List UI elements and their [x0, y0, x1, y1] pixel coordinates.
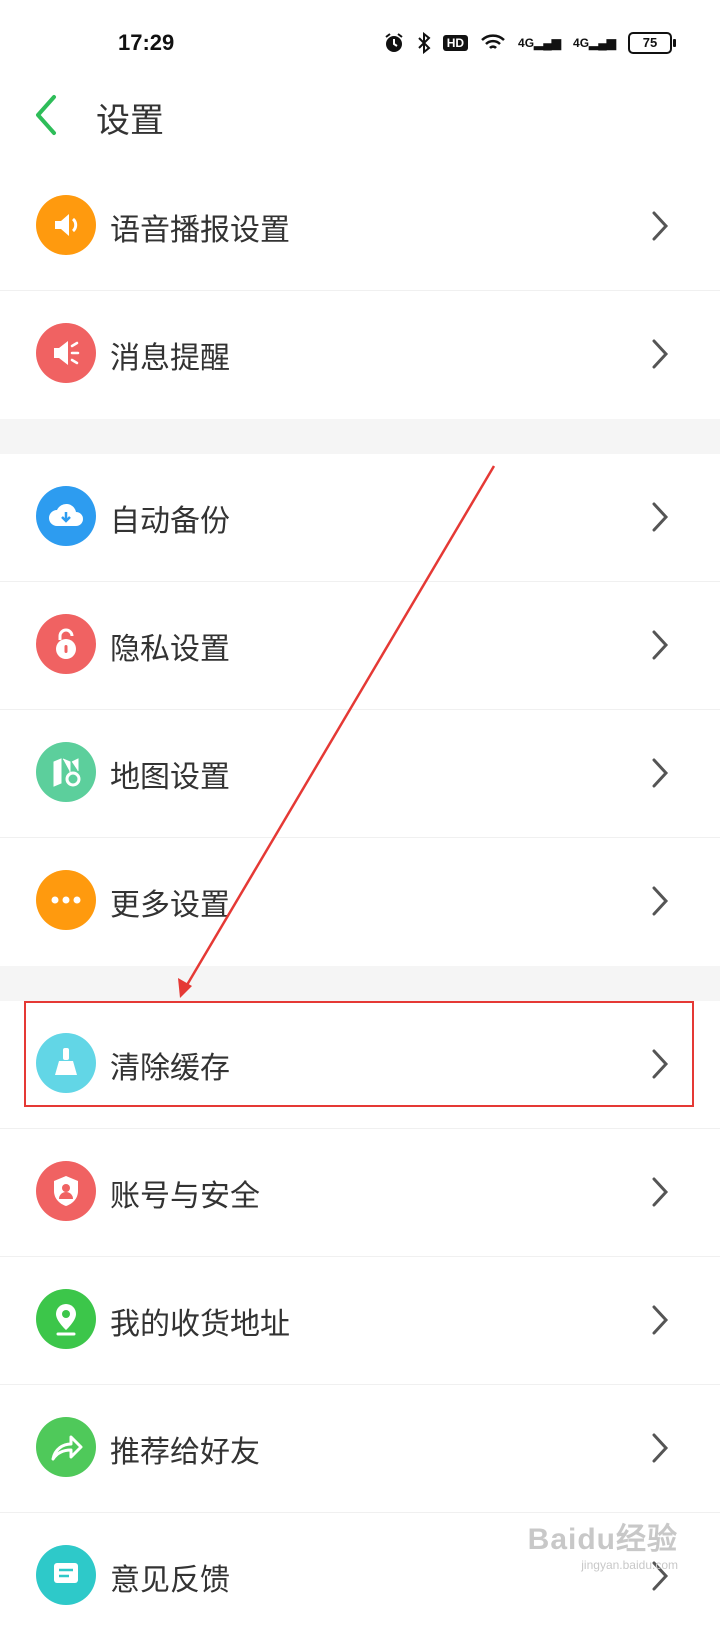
settings-item-shipping-address[interactable]: 我的收货地址 — [0, 1257, 720, 1385]
feedback-icon — [36, 1545, 96, 1605]
more-dots-icon — [36, 870, 96, 930]
settings-item-label: 账号与安全 — [110, 1179, 260, 1214]
wifi-icon — [481, 34, 505, 49]
status-icons: HD 4G▂▄▆ 4G▂▄▆ 75 — [383, 32, 676, 54]
settings-item-label: 地图设置 — [110, 760, 230, 795]
signal-4g-2: 4G▂▄▆ — [573, 36, 616, 50]
page-title: 设置 — [96, 101, 164, 141]
settings-item-account-security[interactable]: 账号与安全 — [0, 1129, 720, 1257]
settings-item-label: 消息提醒 — [110, 341, 230, 376]
settings-item-label: 语音播报设置 — [110, 213, 290, 248]
watermark-sub: jingyan.baidu.com — [581, 1558, 678, 1572]
back-button[interactable] — [30, 91, 70, 139]
settings-item-more[interactable]: 更多设置 — [0, 838, 720, 966]
chevron-right-icon — [652, 886, 669, 916]
chevron-right-icon — [652, 630, 669, 660]
battery-indicator: 75 — [628, 32, 676, 54]
signal-4g-1: 4G▂▄▆ — [518, 36, 562, 50]
settings-item-label: 推荐给好友 — [110, 1435, 260, 1470]
chevron-right-icon — [652, 339, 669, 369]
chevron-right-icon — [652, 211, 669, 241]
settings-list: 语音播报设置 消息提醒 自动备份 隐私设置 地图设置 更多设置 清除缓存 账号与… — [0, 163, 720, 1641]
watermark-logo: Baidu经验 jingyan.baidu.com — [528, 1514, 678, 1572]
hd-badge: HD — [442, 35, 469, 51]
settings-item-voice-broadcast[interactable]: 语音播报设置 — [0, 163, 720, 291]
bluetooth-icon — [417, 32, 431, 54]
settings-item-map[interactable]: 地图设置 — [0, 710, 720, 838]
title-bar: 设置 — [0, 75, 720, 155]
settings-item-label: 更多设置 — [110, 888, 230, 923]
speaker-icon — [36, 195, 96, 255]
settings-item-privacy[interactable]: 隐私设置 — [0, 582, 720, 710]
settings-item-label: 隐私设置 — [110, 632, 230, 667]
share-arrow-icon — [36, 1417, 96, 1477]
lock-icon — [36, 614, 96, 674]
settings-item-label: 意见反馈 — [110, 1563, 230, 1598]
shield-user-icon — [36, 1161, 96, 1221]
alarm-icon — [385, 33, 403, 52]
chevron-right-icon — [652, 1433, 669, 1463]
cloud-download-icon — [36, 486, 96, 546]
status-time: 17:29 — [118, 30, 175, 55]
chevron-right-icon — [652, 502, 669, 532]
location-pin-icon — [36, 1289, 96, 1349]
settings-item-label: 自动备份 — [110, 504, 230, 539]
chevron-right-icon — [652, 758, 669, 788]
chevron-right-icon — [652, 1305, 669, 1335]
chevron-left-icon — [36, 95, 56, 135]
watermark-main: Baidu经验 — [527, 1523, 678, 1556]
settings-item-label: 我的收货地址 — [110, 1307, 290, 1342]
map-gear-icon — [36, 742, 96, 802]
megaphone-icon — [36, 323, 96, 383]
annotation-highlight-box — [24, 1001, 694, 1107]
section-gap — [0, 966, 720, 1001]
settings-item-recommend[interactable]: 推荐给好友 — [0, 1385, 720, 1513]
chevron-right-icon — [652, 1177, 669, 1207]
section-gap — [0, 419, 720, 454]
settings-item-auto-backup[interactable]: 自动备份 — [0, 454, 720, 582]
settings-item-message-reminder[interactable]: 消息提醒 — [0, 291, 720, 419]
